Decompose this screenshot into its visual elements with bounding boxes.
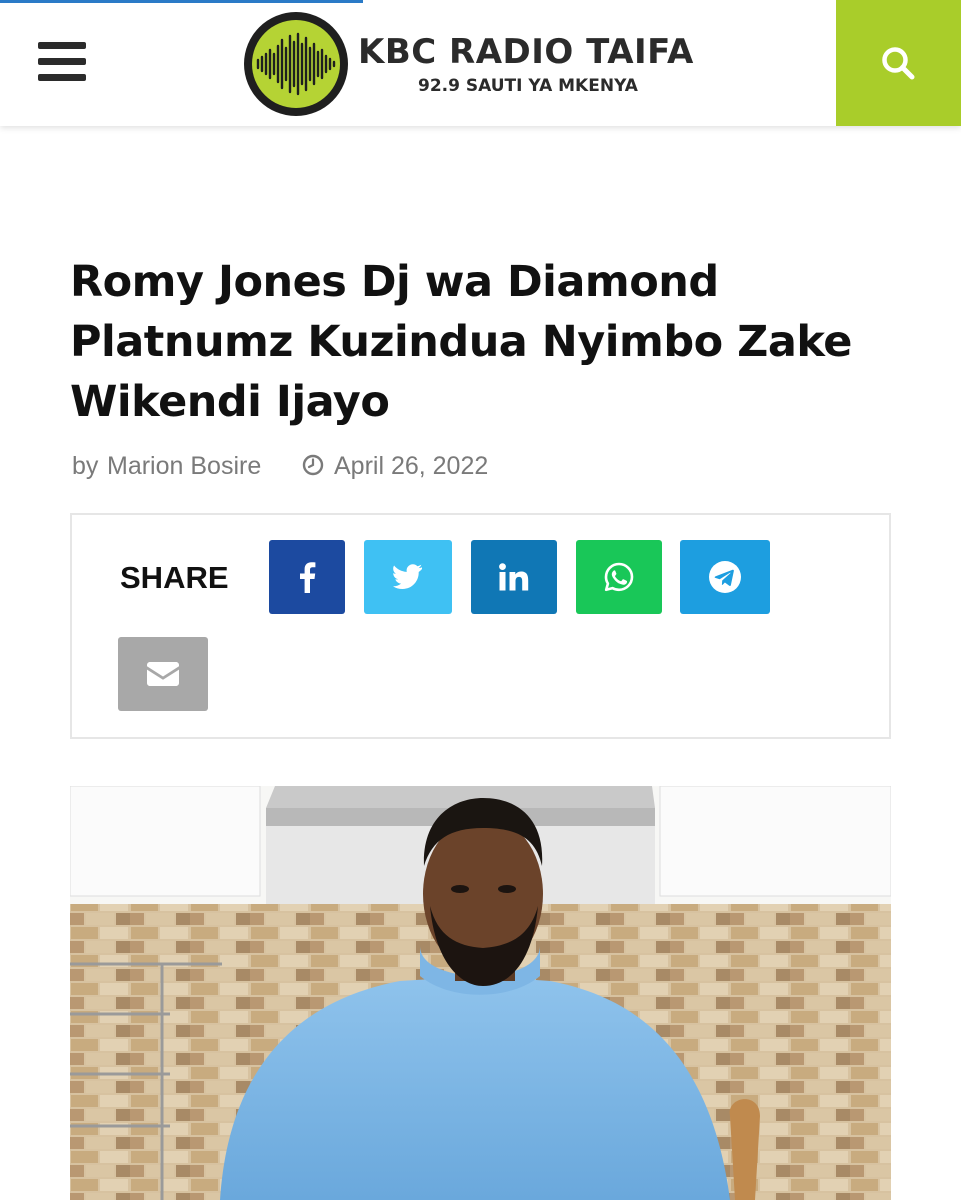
- share-telegram-button[interactable]: [680, 540, 770, 614]
- twitter-icon: [393, 564, 422, 589]
- email-icon: [147, 662, 179, 686]
- search-icon: [882, 47, 915, 80]
- linkedin-icon: [499, 563, 529, 591]
- telegram-icon: [709, 561, 741, 593]
- clock-icon: [302, 454, 324, 476]
- publish-date: April 26, 2022: [334, 452, 489, 480]
- share-whatsapp-button[interactable]: [576, 540, 662, 614]
- author-link[interactable]: Marion Bosire: [107, 452, 261, 481]
- share-linkedin-button[interactable]: [471, 540, 557, 614]
- site-logo[interactable]: KBC RADIO TAIFA 92.9 SAUTI YA MKENYA: [242, 10, 732, 118]
- logo-tagline: 92.9 SAUTI YA MKENYA: [418, 76, 638, 96]
- facebook-icon: [300, 562, 316, 593]
- hamburger-menu-icon[interactable]: [38, 42, 88, 84]
- search-button[interactable]: [836, 0, 961, 126]
- share-twitter-button[interactable]: [364, 540, 452, 614]
- share-email-button[interactable]: [118, 637, 208, 711]
- logo-soundwave-icon: [244, 12, 348, 116]
- share-label: SHARE: [120, 560, 229, 595]
- article-title: Romy Jones Dj wa Diamond Platnumz Kuzind…: [70, 257, 852, 427]
- byline-prefix: by: [72, 452, 99, 480]
- reading-progress-bar: [0, 0, 363, 3]
- share-facebook-button[interactable]: [269, 540, 345, 614]
- logo-name: KBC RADIO TAIFA: [358, 32, 694, 72]
- featured-image: [70, 786, 891, 1200]
- site-header: KBC RADIO TAIFA 92.9 SAUTI YA MKENYA: [0, 0, 961, 126]
- whatsapp-icon: [604, 562, 634, 592]
- share-box: SHARE: [70, 513, 891, 739]
- featured-photo: [70, 786, 891, 1200]
